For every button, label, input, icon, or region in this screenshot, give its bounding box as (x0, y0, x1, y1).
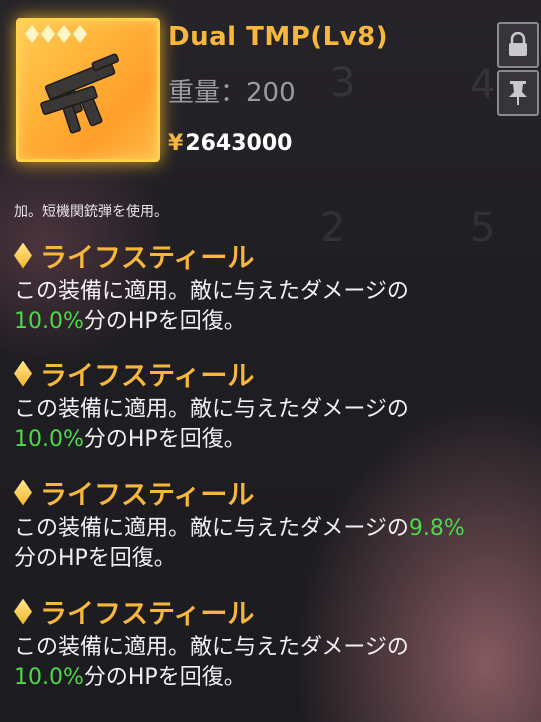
skill-text: この装備に適用。敵に与えたダメージの9.8% 分のHPを回復。 (14, 514, 534, 574)
rarity-star-icon (25, 25, 39, 43)
skill-block: ライフスティール この装備に適用。敵に与えたダメージの 10.0%分のHPを回復… (14, 354, 534, 455)
weapon-icon (40, 53, 119, 134)
skill-block: ライフスティール この装備に適用。敵に与えたダメージの9.8% 分のHPを回復。 (14, 473, 534, 574)
pin-icon (509, 81, 527, 105)
rarity-star-icon (73, 25, 87, 43)
item-description: 加。短機関銃弾を使用。 (14, 204, 168, 220)
skill-value: 10.0% (14, 309, 84, 334)
skill-diamond-icon (14, 242, 32, 269)
skill-title: ライフスティール (14, 592, 534, 631)
skill-name: ライフスティール (40, 599, 255, 630)
lock-icon (509, 32, 527, 56)
skill-block: ライフスティール この装備に適用。敵に与えたダメージの 10.0%分のHPを回復… (14, 592, 534, 693)
background-decoration: 4 (470, 62, 496, 108)
rarity-stars (25, 25, 87, 43)
skill-text: この装備に適用。敵に与えたダメージの 10.0%分のHPを回復。 (14, 633, 534, 693)
skill-block: ライフスティール この装備に適用。敵に与えたダメージの 10.0%分のHPを回復… (14, 236, 534, 337)
skill-text: この装備に適用。敵に与えたダメージの 10.0%分のHPを回復。 (14, 395, 534, 455)
item-name: Dual TMP(Lv8) (168, 22, 389, 52)
rarity-star-icon (57, 25, 71, 43)
skill-diamond-icon (14, 360, 32, 387)
item-weight: 重量：200 (168, 78, 296, 108)
lock-button[interactable] (497, 22, 539, 68)
skill-text-before: この装備に適用。敵に与えたダメージの (14, 516, 409, 541)
skill-diamond-icon (14, 479, 32, 506)
skill-text-after: 分のHPを回復。 (83, 427, 246, 452)
skill-text-after: 分のHPを回復。 (83, 665, 246, 690)
skill-text-before: この装備に適用。敵に与えたダメージの (14, 279, 409, 304)
skill-value: 10.0% (14, 427, 84, 452)
background-decoration: 3 (330, 60, 356, 106)
skill-text-before: この装備に適用。敵に与えたダメージの (14, 397, 409, 422)
skill-text-after: 分のHPを回復。 (14, 546, 176, 571)
skill-name: ライフスティール (40, 361, 255, 392)
pin-button[interactable] (497, 70, 539, 116)
skill-text-after: 分のHPを回復。 (83, 309, 246, 334)
skill-value: 10.0% (14, 665, 84, 690)
skill-name: ライフスティール (40, 480, 255, 511)
skill-text: この装備に適用。敵に与えたダメージの 10.0%分のHPを回復。 (14, 277, 534, 337)
skill-title: ライフスティール (14, 473, 534, 512)
skill-name: ライフスティール (40, 243, 255, 274)
rarity-star-icon (41, 25, 55, 43)
skill-text-before: この装備に適用。敵に与えたダメージの (14, 635, 409, 660)
item-price: 2643000 (185, 131, 293, 156)
item-price-row: ¥2643000 (168, 131, 292, 156)
skill-value: 9.8% (408, 516, 465, 541)
skill-title: ライフスティール (14, 354, 534, 393)
item-icon-frame[interactable] (16, 18, 160, 162)
currency-symbol: ¥ (168, 131, 184, 156)
skill-diamond-icon (14, 598, 32, 625)
skill-title: ライフスティール (14, 236, 534, 275)
